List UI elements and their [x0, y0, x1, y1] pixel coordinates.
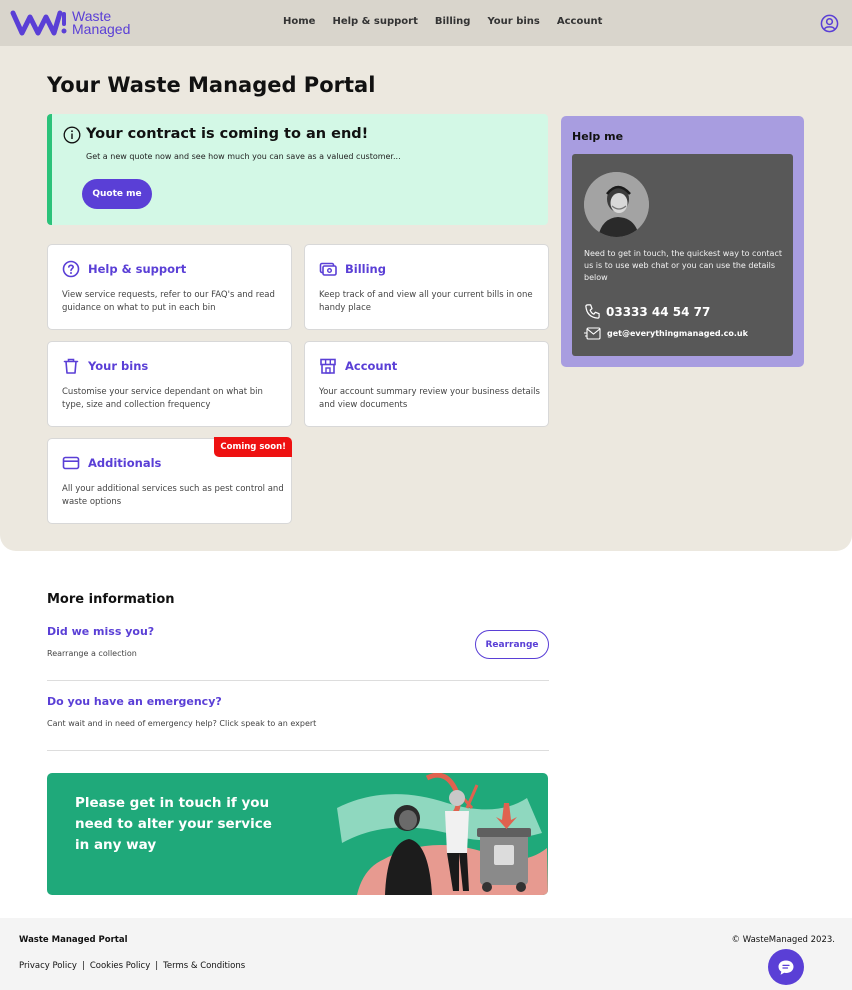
- rearrange-button[interactable]: Rearrange: [475, 630, 549, 659]
- email-contact[interactable]: get@everythingmanaged.co.uk: [584, 327, 748, 340]
- card-additionals[interactable]: Additionals All your additional services…: [47, 437, 292, 524]
- user-profile-icon[interactable]: [820, 14, 839, 33]
- trash-bin-icon: [63, 358, 79, 374]
- card-title: Your bins: [88, 359, 149, 373]
- contact-banner[interactable]: Please get in touch if you need to alter…: [47, 773, 548, 895]
- logo-line-2: Managed: [72, 21, 131, 37]
- card-title: Account: [345, 359, 398, 373]
- more-info-title: More information: [47, 592, 175, 607]
- phone-contact[interactable]: 03333 44 54 77: [584, 303, 710, 320]
- card-description: Your account summary review your busines…: [319, 387, 540, 410]
- card-your-bins[interactable]: Your bins Customise your service dependa…: [47, 341, 292, 427]
- alert-title: Your contract is coming to an end!: [86, 126, 369, 142]
- copyright: © WasteManaged 2023.: [731, 935, 835, 945]
- money-bill-icon: [319, 262, 337, 276]
- dashboard-hero: Your Waste Managed Portal Your contract …: [0, 46, 852, 551]
- card-title: Help & support: [88, 262, 187, 276]
- header: Waste Managed Home Help & support Billin…: [0, 0, 852, 46]
- logo-text: Waste Managed: [72, 9, 131, 37]
- link-separator: |: [81, 961, 85, 971]
- nav-home[interactable]: Home: [283, 16, 315, 27]
- question-circle-icon: [62, 260, 80, 278]
- contract-alert: Your contract is coming to an end! Get a…: [47, 114, 548, 225]
- card-title: Billing: [345, 262, 386, 276]
- store-icon: [320, 358, 336, 374]
- alert-text: Get a new quote now and see how much you…: [86, 152, 401, 161]
- divider: [47, 680, 549, 681]
- nav-billing[interactable]: Billing: [435, 16, 471, 27]
- help-description: Need to get in touch, the quickest way t…: [584, 249, 782, 282]
- link-separator: |: [155, 961, 159, 971]
- missed-collection-desc: Rearrange a collection: [47, 649, 137, 658]
- missed-collection-title: Did we miss you?: [47, 625, 155, 638]
- emergency-desc: Cant wait and in need of emergency help?…: [47, 719, 317, 728]
- quote-me-button[interactable]: Quote me: [82, 179, 152, 209]
- support-agent-avatar: [584, 172, 649, 237]
- banner-illustration: [337, 773, 548, 895]
- card-title: Additionals: [88, 456, 162, 470]
- web-chat-button[interactable]: [768, 949, 804, 985]
- logo[interactable]: Waste Managed: [10, 9, 130, 37]
- card-description: Customise your service dependant on what…: [62, 387, 263, 410]
- nav-your-bins[interactable]: Your bins: [487, 16, 539, 27]
- emergency-title[interactable]: Do you have an emergency?: [47, 695, 222, 708]
- main-nav: Home Help & support Billing Your bins Ac…: [283, 16, 602, 27]
- phone-icon: [585, 304, 600, 319]
- support-agent-photo-icon: [584, 172, 649, 237]
- card-description: Keep track of and view all your current …: [319, 290, 533, 313]
- divider: [47, 750, 549, 751]
- terms-conditions-link[interactable]: Terms & Conditions: [163, 961, 245, 971]
- card-help-support[interactable]: Help & support View service requests, re…: [47, 244, 292, 330]
- footer-title: Waste Managed Portal: [19, 935, 128, 945]
- help-panel: Help me Need to get in touch, the quicke…: [561, 116, 804, 367]
- cookies-policy-link[interactable]: Cookies Policy: [90, 961, 150, 971]
- credit-card-icon: [62, 456, 80, 470]
- email-address: get@everythingmanaged.co.uk: [607, 329, 748, 338]
- chat-bubble-icon: [778, 960, 794, 975]
- card-description: View service requests, refer to our FAQ'…: [62, 290, 275, 313]
- info-icon: [63, 126, 81, 144]
- logo-mark-icon: [10, 10, 67, 36]
- help-panel-title: Help me: [572, 130, 624, 143]
- footer: Waste Managed Portal Privacy Policy | Co…: [0, 918, 852, 990]
- email-icon: [584, 327, 601, 340]
- page-title: Your Waste Managed Portal: [47, 73, 376, 97]
- card-description: All your additional services such as pes…: [62, 484, 284, 507]
- card-account[interactable]: Account Your account summary review your…: [304, 341, 549, 427]
- nav-help-support[interactable]: Help & support: [332, 16, 417, 27]
- banner-text: Please get in touch if you need to alter…: [75, 795, 272, 853]
- coming-soon-badge: Coming soon!: [214, 437, 292, 457]
- footer-links: Privacy Policy | Cookies Policy | Terms …: [19, 961, 245, 971]
- privacy-policy-link[interactable]: Privacy Policy: [19, 961, 77, 971]
- help-contact-box: Need to get in touch, the quickest way t…: [572, 154, 793, 356]
- nav-account[interactable]: Account: [557, 16, 602, 27]
- card-billing[interactable]: Billing Keep track of and view all your …: [304, 244, 549, 330]
- phone-number: 03333 44 54 77: [606, 304, 711, 319]
